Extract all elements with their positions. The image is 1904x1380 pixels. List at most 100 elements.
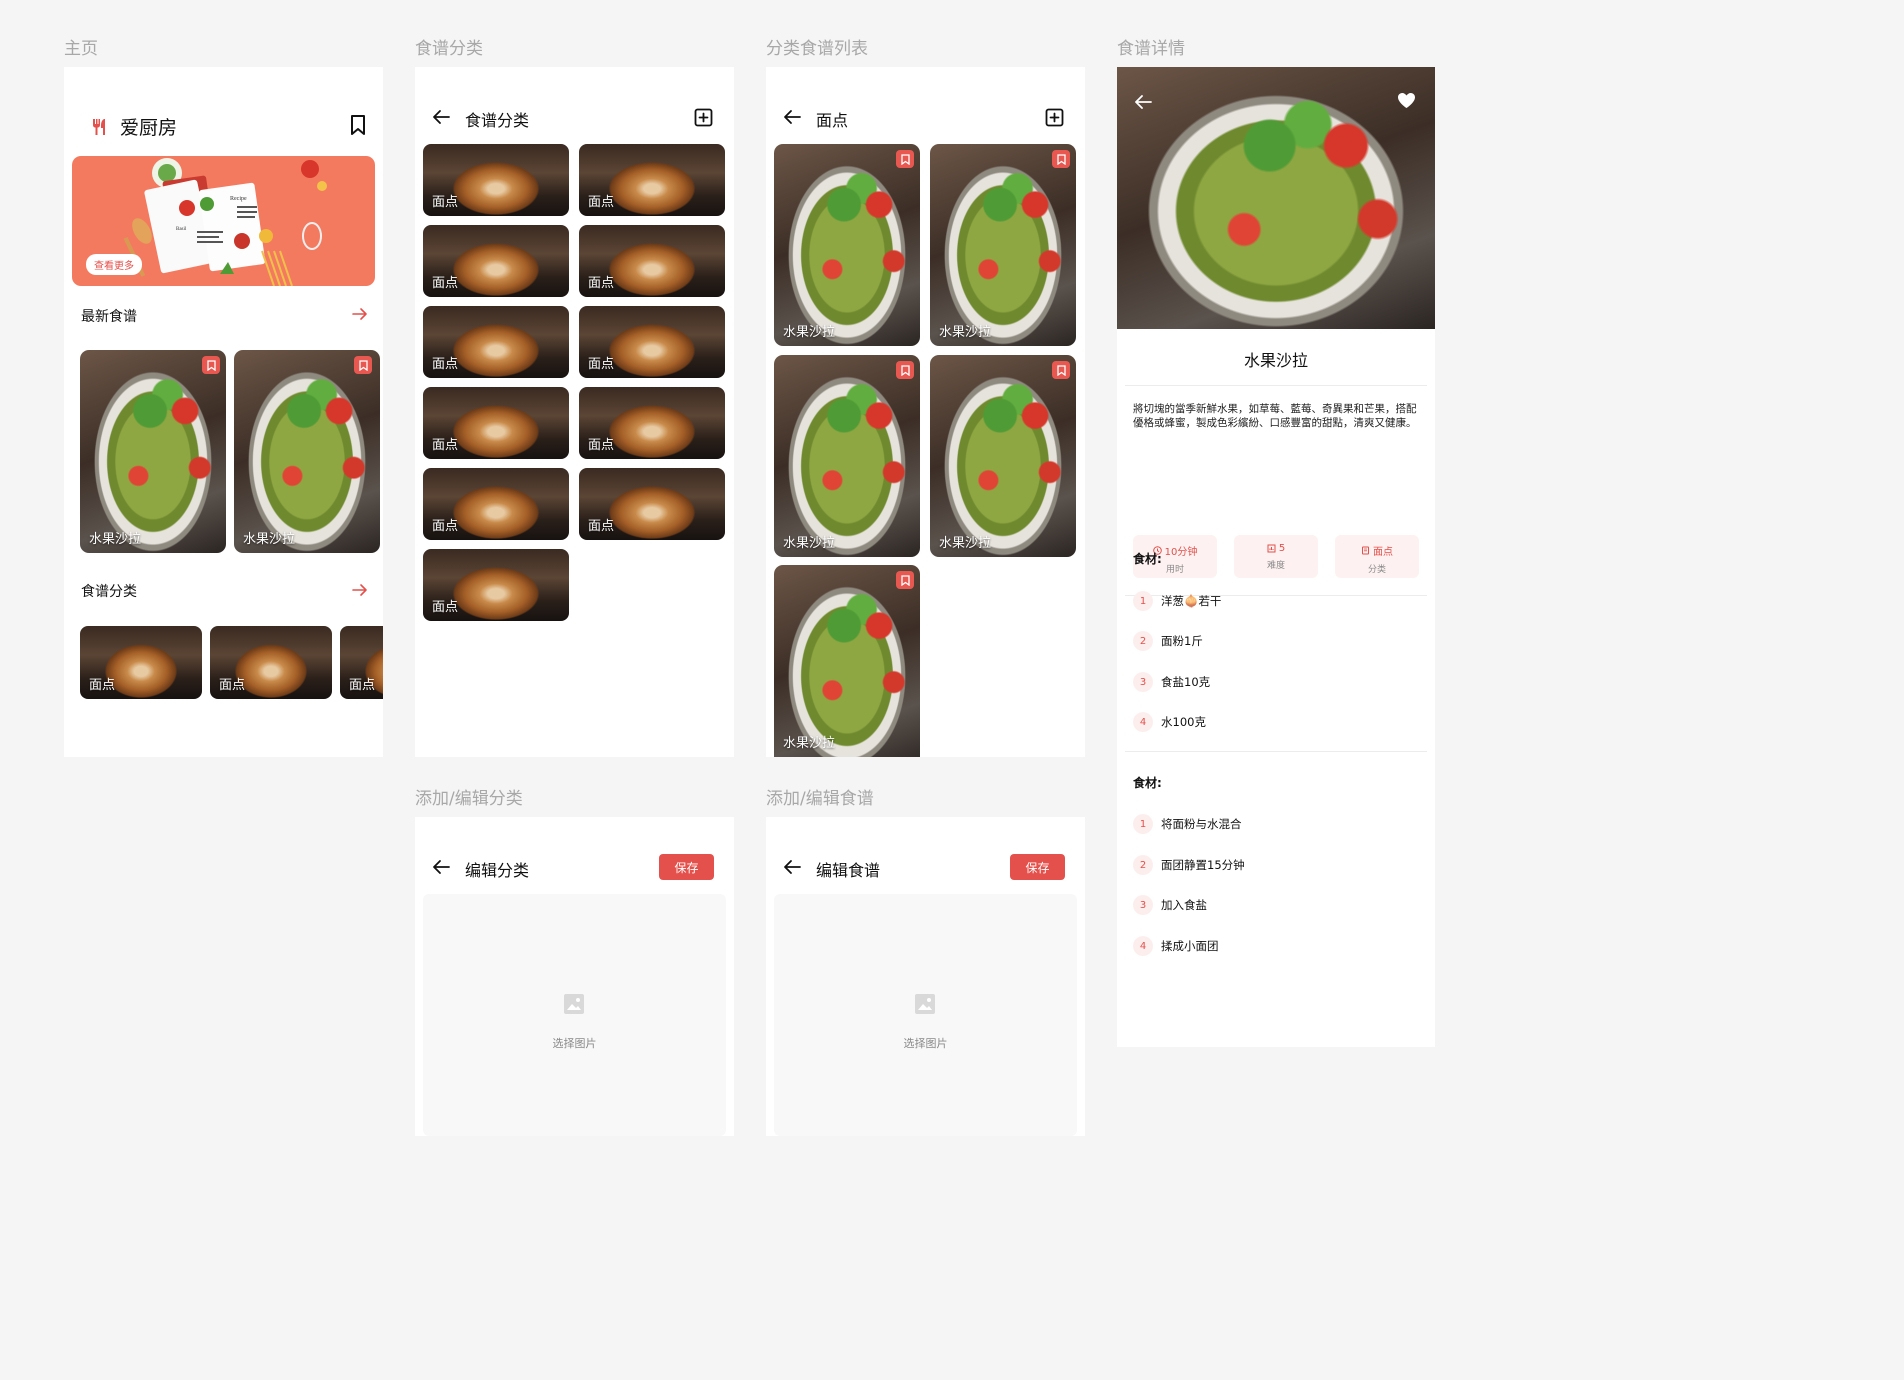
- category-card[interactable]: 面点: [579, 225, 725, 297]
- recipe-name: 水果沙拉: [783, 325, 836, 340]
- step-item: 3 加入食盐: [1133, 895, 1207, 915]
- category-card[interactable]: 面点: [423, 549, 569, 621]
- page-title: 面点: [816, 111, 849, 130]
- category-section-title: 食谱分类: [81, 584, 137, 600]
- arrow-right-icon[interactable]: [352, 583, 368, 597]
- category-card[interactable]: 面点: [423, 387, 569, 459]
- recipe-card[interactable]: 水果沙拉: [774, 144, 920, 346]
- banner[interactable]: Recipe Basil 查看更多: [72, 156, 375, 286]
- back-arrow-icon[interactable]: [1134, 94, 1152, 110]
- back-arrow-icon[interactable]: [432, 109, 450, 125]
- page-title: 食谱分类: [465, 111, 530, 130]
- screen-label-detail: 食谱详情: [1117, 39, 1185, 59]
- bookmark-icon[interactable]: [896, 571, 914, 589]
- recipe-card[interactable]: 水果沙拉: [774, 355, 920, 557]
- ingredient-item: 4 水100克: [1133, 712, 1206, 732]
- recipe-card[interactable]: 水果沙拉: [774, 565, 920, 757]
- category-name: 面点: [219, 678, 246, 693]
- banner-illustration: Recipe Basil: [123, 158, 327, 286]
- category-card[interactable]: 面点: [579, 468, 725, 540]
- chart-icon: [1267, 544, 1276, 553]
- ingredient-item: 1 洋葱🧅若干: [1133, 591, 1221, 611]
- back-arrow-icon[interactable]: [783, 859, 801, 875]
- screen-label-home: 主页: [64, 39, 98, 59]
- recipe-name: 水果沙拉: [243, 532, 296, 547]
- add-icon[interactable]: [694, 108, 713, 127]
- category-name: 面点: [588, 195, 615, 210]
- category-name: 面点: [588, 357, 615, 372]
- category-card[interactable]: 面点: [423, 306, 569, 378]
- bookmark-icon[interactable]: [896, 150, 914, 168]
- category-card[interactable]: 面点: [579, 387, 725, 459]
- book-icon: [1362, 546, 1369, 555]
- category-name: 面点: [432, 519, 459, 534]
- bookmark-icon[interactable]: [202, 356, 220, 374]
- recipe-name: 水果沙拉: [783, 736, 836, 751]
- bookmark-icon[interactable]: [1052, 361, 1070, 379]
- categories-screen: 食谱分类 面点 面点 面点 面点 面点 面点 面点 面点 面点 面点 面点: [415, 67, 734, 757]
- recipe-hero-image: [1117, 67, 1435, 329]
- page-title: 编辑分类: [465, 861, 530, 880]
- bookmark-icon[interactable]: [1052, 150, 1070, 168]
- category-card[interactable]: 面点: [210, 626, 332, 699]
- ingredients-title: 食材:: [1133, 552, 1162, 566]
- banner-more-button[interactable]: 查看更多: [86, 254, 142, 275]
- category-card[interactable]: 面点: [340, 626, 383, 699]
- recipe-card[interactable]: 水果沙拉: [930, 355, 1076, 557]
- latest-recipe-card[interactable]: 水果沙拉: [80, 350, 226, 553]
- ingredient-item: 2 面粉1斤: [1133, 631, 1203, 651]
- category-card[interactable]: 面点: [579, 144, 725, 216]
- step-item: 1 将面粉与水混合: [1133, 814, 1242, 834]
- recipe-name: 水果沙拉: [939, 536, 992, 551]
- back-arrow-icon[interactable]: [432, 859, 450, 875]
- category-list-screen: 面点 水果沙拉 水果沙拉 水果沙拉 水果沙拉 水果沙拉: [766, 67, 1085, 757]
- category-name: 面点: [588, 519, 615, 534]
- category-name: 面点: [432, 357, 459, 372]
- back-arrow-icon[interactable]: [783, 109, 801, 125]
- bookmark-icon[interactable]: [354, 356, 372, 374]
- steps-title: 食材:: [1133, 776, 1162, 790]
- recipe-card[interactable]: 水果沙拉: [930, 144, 1076, 346]
- pick-image-label: 选择图片: [552, 1037, 597, 1050]
- divider: [1125, 385, 1427, 386]
- latest-recipe-card[interactable]: 水果沙拉: [234, 350, 380, 553]
- category-card[interactable]: 面点: [423, 468, 569, 540]
- image-picker[interactable]: 选择图片: [774, 894, 1077, 1136]
- app-title: 爱厨房: [120, 117, 178, 139]
- bookmark-icon[interactable]: [349, 114, 367, 136]
- recipe-description: 將切塊的當季新鮮水果，如草莓、藍莓、奇異果和芒果，搭配優格或蜂蜜，製成色彩繽紛、…: [1133, 403, 1417, 429]
- category-name: 面点: [432, 600, 459, 615]
- page-title: 编辑食谱: [816, 861, 881, 880]
- category-name: 面点: [349, 678, 376, 693]
- save-button[interactable]: 保存: [1010, 854, 1065, 880]
- utensils-icon: [93, 119, 105, 135]
- screen-label-category-list: 分类食谱列表: [766, 39, 868, 59]
- category-card[interactable]: 面点: [423, 144, 569, 216]
- screen-label-categories: 食谱分类: [415, 39, 483, 59]
- divider: [1125, 751, 1427, 752]
- screen-label-edit-category: 添加/编辑分类: [415, 789, 523, 809]
- step-item: 2 面团静置15分钟: [1133, 855, 1245, 875]
- category-card[interactable]: 面点: [80, 626, 202, 699]
- save-button[interactable]: 保存: [659, 854, 714, 880]
- banner-book-word-2: Basil: [176, 227, 187, 232]
- category-name: 面点: [588, 276, 615, 291]
- image-picker[interactable]: 选择图片: [423, 894, 726, 1136]
- category-name: 面点: [89, 678, 116, 693]
- stat-difficulty: 5 难度: [1234, 535, 1318, 578]
- edit-category-screen: 编辑分类 保存 选择图片: [415, 817, 734, 1136]
- add-icon[interactable]: [1045, 108, 1064, 127]
- category-name: 面点: [432, 438, 459, 453]
- edit-recipe-screen: 编辑食谱 保存 选择图片: [766, 817, 1085, 1136]
- pick-image-label: 选择图片: [903, 1037, 948, 1050]
- ingredient-item: 3 食盐10克: [1133, 672, 1210, 692]
- recipe-name: 水果沙拉: [89, 532, 142, 547]
- category-card[interactable]: 面点: [579, 306, 725, 378]
- category-name: 面点: [432, 276, 459, 291]
- heart-icon[interactable]: [1397, 92, 1416, 109]
- category-name: 面点: [588, 438, 615, 453]
- arrow-right-icon[interactable]: [352, 307, 368, 321]
- bookmark-icon[interactable]: [896, 361, 914, 379]
- latest-recipes-title: 最新食谱: [81, 309, 137, 325]
- category-card[interactable]: 面点: [423, 225, 569, 297]
